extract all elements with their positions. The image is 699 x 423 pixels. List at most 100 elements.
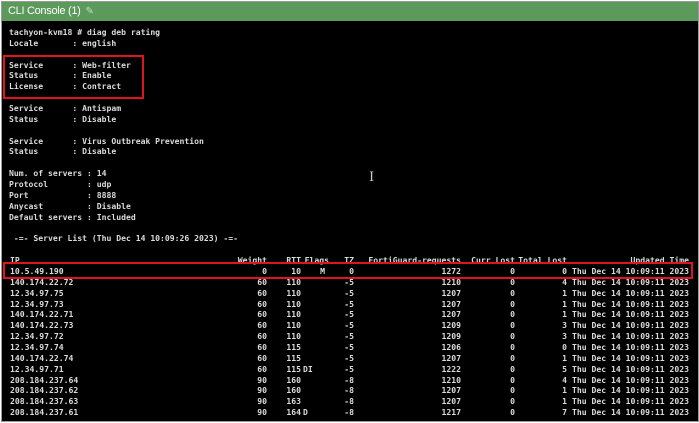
rtt-cell: 110 [286, 298, 301, 309]
curr-lost-cell: 0 [510, 352, 515, 363]
weight-cell: 60 [257, 276, 267, 287]
fortiguard-requests-cell: 1217 [441, 407, 462, 418]
total-lost-cell: 1 [562, 309, 567, 320]
total-lost-cell: 1 [562, 396, 567, 407]
tz-cell: 0 [349, 265, 354, 276]
table-row: 12.34.97.75 60 110 -5 1207 0 1 Thu Dec 14 10:09… [9, 288, 691, 299]
updated-time-cell: Thu Dec 14 10:09:11 2023 [572, 320, 689, 331]
rtt-cell: 110 [286, 309, 301, 320]
total-lost-cell: 1 [562, 298, 567, 309]
total-lost-cell: 4 [562, 374, 567, 385]
fortiguard-requests-cell: 1207 [441, 287, 462, 298]
table-row: 208.184.237.61 90 164 D -8 1217 0 7 Thu Dec 14 1… [9, 407, 691, 418]
terminal-line: Locale : english [9, 37, 117, 48]
updated-time-cell: Thu Dec 14 10:09:11 2023 [572, 298, 689, 309]
flags-cell: D [303, 407, 308, 418]
ip-cell: 208.184.237.61 [10, 407, 79, 418]
table-row: 12.34.97.73 60 110 -5 1207 0 1 Thu Dec 14 10:09… [9, 299, 691, 310]
fortiguard-requests-cell: 1207 [441, 396, 462, 407]
ip-cell: 140.174.22.74 [10, 352, 74, 363]
fortiguard-requests-header: FortiGuard-requests [368, 255, 461, 266]
table-row: 140.174.22.72 60 110 -5 1210 0 4 Thu Dec 14 10:… [9, 277, 691, 288]
updated-time-cell: Thu Dec 14 10:09:11 2023 [572, 352, 689, 363]
tz-cell: -5 [344, 341, 354, 352]
fortiguard-requests-cell: 1206 [441, 341, 462, 352]
fortiguard-requests-cell: 1207 [441, 309, 462, 320]
tz-cell: -5 [344, 298, 354, 309]
updated-time-cell: Thu Dec 14 10:09:11 2023 [572, 341, 689, 352]
table-row: 140.174.22.74 60 115 -5 1207 0 1 Thu Dec 14 10:… [9, 353, 691, 364]
curr-lost-header: Curr Lost [471, 255, 515, 266]
curr-lost-cell: 0 [510, 341, 515, 352]
curr-lost-cell: 0 [510, 374, 515, 385]
terminal-line: Service : Antispam [9, 103, 122, 114]
pencil-icon[interactable]: ✎ [86, 2, 94, 21]
updated-time-cell: Thu Dec 14 10:09:11 2023 [572, 407, 689, 418]
total-lost-cell: 0 [562, 341, 567, 352]
total-lost-cell: 3 [562, 320, 567, 331]
rtt-header: RTT [286, 255, 301, 266]
fortiguard-requests-cell: 1210 [441, 276, 462, 287]
table-row: 208.184.237.62 90 160 -8 1207 0 1 Thu Dec 14 10… [9, 385, 691, 396]
total-lost-cell: 0 [562, 265, 567, 276]
terminal-output[interactable]: tachyon-kvm18 # diag deb rating Locale : … [9, 27, 694, 421]
total-lost-cell: 1 [562, 385, 567, 396]
ip-cell: 208.184.237.63 [10, 396, 79, 407]
terminal-line: tachyon-kvm18 # diag deb rating [9, 27, 161, 37]
ip-cell: 140.174.22.71 [10, 309, 74, 320]
tz-cell: -5 [344, 287, 354, 298]
ip-header: IP [10, 255, 20, 266]
updated-time-cell: Thu Dec 14 10:09:11 2023 [572, 374, 689, 385]
curr-lost-cell: 0 [510, 287, 515, 298]
fortiguard-requests-cell: 1207 [441, 298, 462, 309]
terminal-line: Status : Disable [9, 113, 117, 124]
rtt-cell: 115 [286, 363, 301, 374]
curr-lost-cell: 0 [510, 331, 515, 342]
ip-cell: 12.34.97.71 [10, 363, 64, 374]
weight-cell: 60 [257, 341, 267, 352]
weight-cell: 60 [257, 363, 267, 374]
rtt-cell: 110 [286, 276, 301, 287]
weight-cell: 60 [257, 331, 267, 342]
table-header: IP Weight RTT Flags TZ FortiGuard-requests Cur… [9, 255, 691, 266]
curr-lost-cell: 0 [510, 385, 515, 396]
total-lost-cell: 1 [562, 287, 567, 298]
updated-time-cell: Thu Dec 14 10:09:11 2023 [572, 265, 689, 276]
tz-cell: -5 [344, 352, 354, 363]
terminal-line: Status : Disable [9, 146, 117, 157]
tz-cell: -8 [344, 396, 354, 407]
total-lost-cell: 1 [562, 352, 567, 363]
terminal-line: -=- Server List (Thu Dec 14 10:09:26 202… [9, 233, 239, 244]
curr-lost-cell: 0 [510, 320, 515, 331]
terminal-line: Port : 8888 [9, 189, 117, 200]
rtt-cell: 164 [286, 407, 301, 418]
ip-cell: 12.34.97.72 [10, 331, 64, 342]
fortiguard-requests-cell: 1207 [441, 385, 462, 396]
total-lost-cell: 5 [562, 363, 567, 374]
terminal-line: Service : Virus Outbreak Prevention [9, 135, 204, 146]
curr-lost-cell: 0 [510, 309, 515, 320]
weight-cell: 60 [257, 320, 267, 331]
ip-cell: 12.34.97.74 [10, 341, 64, 352]
console-title: CLI Console (1) [8, 5, 81, 17]
curr-lost-cell: 0 [510, 265, 515, 276]
flags-header: Flags [304, 255, 329, 266]
updated-time-cell: Thu Dec 14 10:09:11 2023 [572, 331, 689, 342]
updated-time-cell: Thu Dec 14 10:09:11 2023 [572, 363, 689, 374]
rtt-cell: 110 [286, 320, 301, 331]
terminal-line: Status : Enable [9, 70, 112, 81]
table-row: 12.34.97.74 60 115 -5 1206 0 0 Thu Dec 14 10:09… [9, 342, 691, 353]
curr-lost-cell: 0 [510, 276, 515, 287]
rtt-cell: 160 [286, 385, 301, 396]
updated-time-cell: Thu Dec 14 10:09:11 2023 [572, 385, 689, 396]
table-row: 140.174.22.73 60 110 -5 1209 0 3 Thu Dec 14 10:… [9, 320, 691, 331]
tz-cell: -5 [344, 363, 354, 374]
weight-cell: 90 [257, 385, 267, 396]
curr-lost-cell: 0 [510, 363, 515, 374]
updated-time-cell: Thu Dec 14 10:09:11 2023 [572, 276, 689, 287]
table-row: 140.174.22.71 60 110 -5 1207 0 1 Thu Dec 14 10:… [9, 309, 691, 320]
ip-cell: 12.34.97.75 [10, 287, 64, 298]
updated-time-cell: Thu Dec 14 10:09:11 2023 [572, 287, 689, 298]
ip-cell: 10.5.49.190 [10, 265, 64, 276]
ip-cell: 208.184.237.62 [10, 385, 79, 396]
